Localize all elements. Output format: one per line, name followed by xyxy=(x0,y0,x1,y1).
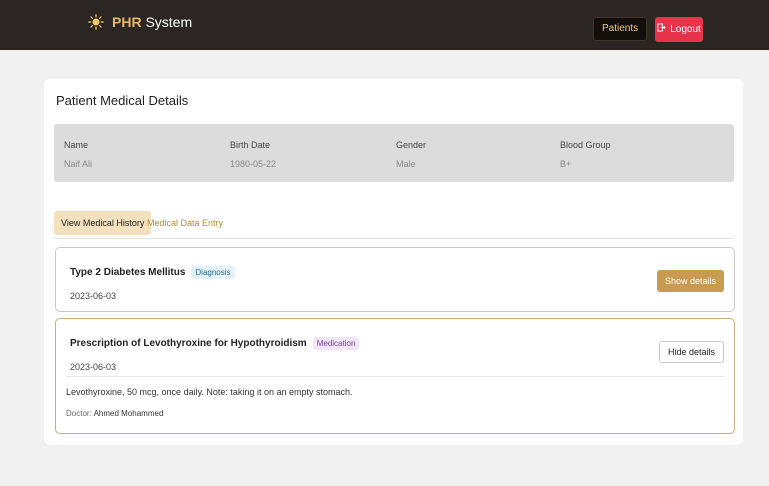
record-date: 2023-06-03 xyxy=(70,362,117,372)
logout-icon xyxy=(657,17,666,42)
show-details-button[interactable]: Show details xyxy=(656,270,724,292)
tab-bar: View Medical History Medical Data Entry xyxy=(54,211,734,239)
info-name: Name Naif Ali xyxy=(64,140,92,169)
birth-date-value: 1980-05-22 xyxy=(230,159,277,169)
record-type-badge: Diagnosis xyxy=(191,266,235,279)
brand-text: System xyxy=(145,14,193,30)
record-title-row: Prescription of Levothyroxine for Hypoth… xyxy=(70,337,360,350)
gender-value: Male xyxy=(396,159,416,169)
record-title: Type 2 Diabetes Mellitus xyxy=(70,267,186,278)
birth-date-label: Birth Date xyxy=(230,140,271,150)
record-doctor: Doctor: Ahmed Mohammed xyxy=(66,409,163,418)
patient-details-card: Patient Medical Details Name Naif Ali Bi… xyxy=(44,79,743,445)
logout-button[interactable]: Logout xyxy=(655,17,703,42)
name-label: Name xyxy=(64,140,89,150)
info-blood-group: Blood Group B+ xyxy=(560,140,611,169)
record-type-badge: Medication xyxy=(312,337,360,350)
doctor-label: Doctor: xyxy=(66,409,92,418)
sun-icon xyxy=(88,14,104,30)
hide-details-button[interactable]: Hide details xyxy=(658,341,724,363)
top-navbar: PHR System Patients Logout xyxy=(0,0,769,50)
brand-logo[interactable]: PHR System xyxy=(88,14,192,30)
record-title-row: Type 2 Diabetes Mellitus Diagnosis xyxy=(70,266,235,279)
medical-record-item-expanded: Prescription of Levothyroxine for Hypoth… xyxy=(55,318,735,434)
tab-medical-data-entry[interactable]: Medical Data Entry xyxy=(140,211,230,235)
record-notes: Levothyroxine, 50 mcg, once daily. Note:… xyxy=(66,387,353,397)
record-date: 2023-06-03 xyxy=(70,291,117,301)
info-gender: Gender Male xyxy=(396,140,426,169)
patient-info-panel: Name Naif Ali Birth Date 1980-05-22 Gend… xyxy=(54,124,734,182)
logout-label: Logout xyxy=(670,24,701,35)
brand-accent-text: PHR xyxy=(112,14,142,30)
gender-label: Gender xyxy=(396,140,427,150)
patients-button[interactable]: Patients xyxy=(593,17,648,41)
blood-group-label: Blood Group xyxy=(560,140,611,150)
info-birth-date: Birth Date 1980-05-22 xyxy=(230,140,276,169)
medical-record-item: Type 2 Diabetes Mellitus Diagnosis 2023-… xyxy=(55,247,735,312)
page-title: Patient Medical Details xyxy=(56,93,189,108)
tab-view-medical-history[interactable]: View Medical History xyxy=(54,211,152,235)
blood-group-value: B+ xyxy=(560,159,572,169)
record-title: Prescription of Levothyroxine for Hypoth… xyxy=(70,338,307,349)
name-value: Naif Ali xyxy=(64,159,93,169)
record-divider xyxy=(66,376,724,377)
doctor-name: Ahmed Mohammed xyxy=(93,409,164,418)
